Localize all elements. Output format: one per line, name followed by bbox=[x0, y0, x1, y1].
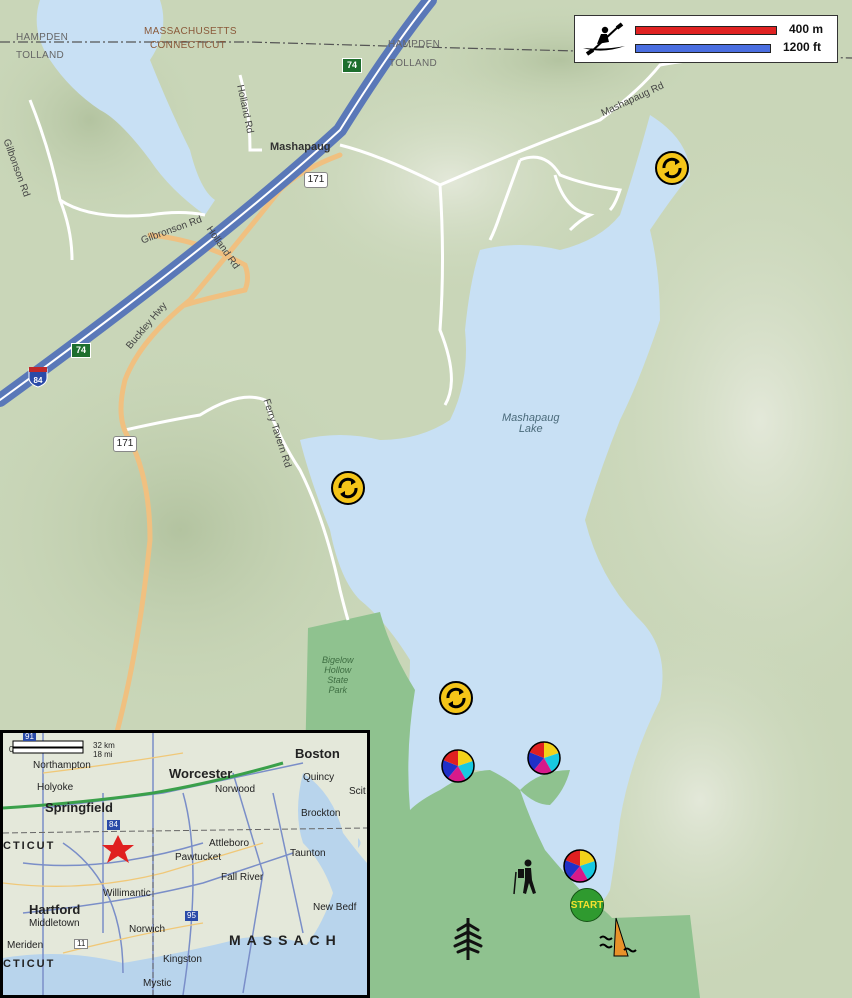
county-label-tolland-west: TOLLAND bbox=[16, 50, 65, 61]
beach-ball-icon[interactable] bbox=[562, 848, 598, 889]
kayak-icon bbox=[581, 22, 627, 56]
city-hartford: Hartford bbox=[29, 902, 81, 917]
turnaround-icon[interactable] bbox=[654, 150, 690, 191]
beach-ball-icon[interactable] bbox=[440, 748, 476, 789]
exit-74-sign: 74 bbox=[71, 343, 91, 358]
route-84-shield: 84 bbox=[107, 820, 120, 830]
beach-ball-icon[interactable] bbox=[526, 740, 562, 781]
overview-inset-map[interactable]: 0 32 km 18 mi 91 84 95 11 Boston Quincy … bbox=[0, 730, 370, 998]
city-pawtucket: Pawtucket bbox=[175, 852, 222, 863]
interstate-84-shield: 84 bbox=[28, 366, 48, 388]
tree-icon[interactable] bbox=[452, 918, 484, 965]
route-171-shield: 171 bbox=[304, 172, 328, 188]
city-quincy: Quincy bbox=[303, 772, 335, 783]
city-middletown: Middletown bbox=[29, 918, 80, 929]
city-brockton: Brockton bbox=[301, 808, 341, 819]
state-label-ct: CONNECTICUT bbox=[150, 40, 227, 51]
exit-74-sign: 74 bbox=[342, 58, 362, 73]
city-boston: Boston bbox=[295, 746, 340, 761]
route-95-shield: 95 bbox=[185, 911, 198, 921]
turnaround-icon[interactable] bbox=[438, 680, 474, 721]
state-ma-bottom: MASSACH bbox=[229, 932, 342, 948]
lake-label: Mashapaug Lake bbox=[502, 412, 560, 435]
metric-scale-bar bbox=[635, 26, 777, 35]
city-worcester: Worcester bbox=[169, 766, 233, 781]
city-taunton: Taunton bbox=[290, 848, 326, 859]
city-northampton: Northampton bbox=[33, 760, 91, 771]
city-holyoke: Holyoke bbox=[37, 782, 74, 793]
city-norwood: Norwood bbox=[215, 784, 256, 795]
boat-launch-icon[interactable] bbox=[598, 916, 638, 963]
i84-shield-text: 84 bbox=[34, 376, 43, 385]
route-11-shield: 11 bbox=[74, 939, 89, 949]
map-scale-legend: 400 m 1200 ft bbox=[574, 15, 838, 63]
route-91-shield: 91 bbox=[23, 732, 36, 741]
inset-scale-zero: 0 bbox=[9, 745, 14, 754]
metric-scale-label: 400 m bbox=[789, 22, 824, 36]
state-ct-top: CTICUT bbox=[3, 840, 56, 852]
route-171-shield: 171 bbox=[113, 436, 137, 452]
turnaround-icon[interactable] bbox=[330, 470, 366, 511]
city-scit: Scit bbox=[349, 786, 366, 797]
county-label-hampden-east: HAMPDEN bbox=[388, 39, 441, 50]
city-attleboro: Attleboro bbox=[209, 838, 250, 849]
city-meriden: Meriden bbox=[7, 940, 44, 951]
city-fall-river: Fall River bbox=[221, 872, 264, 883]
city-kingston: Kingston bbox=[163, 954, 202, 965]
town-label-mashapaug: Mashapaug bbox=[270, 141, 331, 153]
inset-scale-mi: 18 mi bbox=[93, 750, 113, 759]
hiker-icon[interactable] bbox=[512, 858, 542, 901]
state-ct-bottom: CTICUT bbox=[3, 958, 56, 970]
city-norwich: Norwich bbox=[129, 924, 166, 935]
map-canvas[interactable]: MASSACHUSETTS CONNECTICUT HAMPDEN TOLLAN… bbox=[0, 0, 852, 998]
inset-scale-km: 32 km bbox=[93, 741, 115, 750]
county-label-hampden-west: HAMPDEN bbox=[16, 32, 69, 43]
park-label: Bigelow Hollow State Park bbox=[322, 655, 354, 695]
state-label-ma: MASSACHUSETTS bbox=[144, 26, 237, 37]
imperial-scale-label: 1200 ft bbox=[783, 40, 822, 54]
city-mystic: Mystic bbox=[143, 978, 172, 989]
city-willimantic: Willimantic bbox=[103, 888, 151, 899]
imperial-scale-bar bbox=[635, 44, 771, 53]
city-springfield: Springfield bbox=[45, 800, 113, 815]
start-label: START bbox=[570, 899, 604, 911]
city-new-bedf: New Bedf bbox=[313, 902, 357, 913]
county-label-tolland-east: TOLLAND bbox=[389, 58, 438, 69]
